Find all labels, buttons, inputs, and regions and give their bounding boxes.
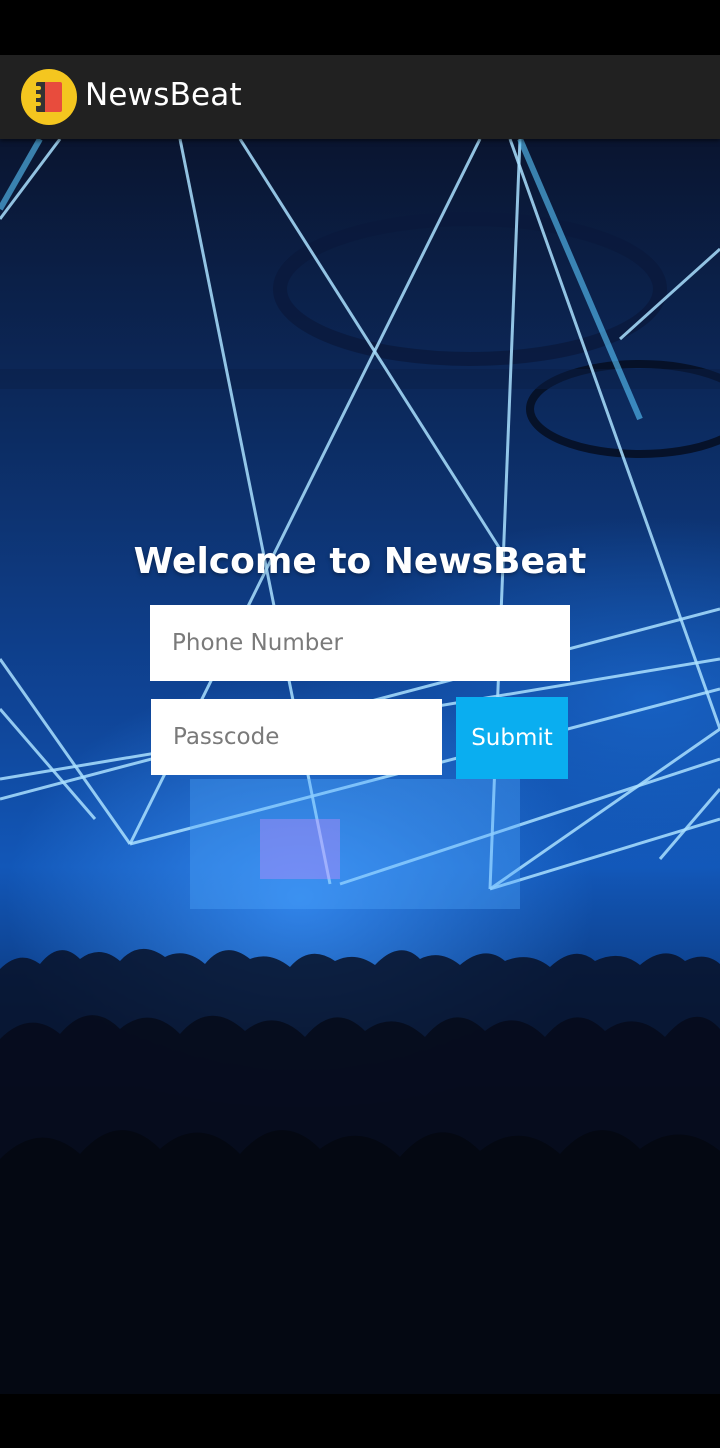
passcode-input[interactable] [151,699,442,775]
phone-number-input[interactable] [150,605,570,681]
app-bar: NewsBeat [0,55,720,139]
app-title: NewsBeat [85,77,242,113]
notebook-icon [21,69,77,125]
navigation-bar [0,1394,720,1448]
submit-button[interactable]: Submit [456,697,568,779]
welcome-heading: Welcome to NewsBeat [133,541,587,582]
status-bar [0,0,720,55]
